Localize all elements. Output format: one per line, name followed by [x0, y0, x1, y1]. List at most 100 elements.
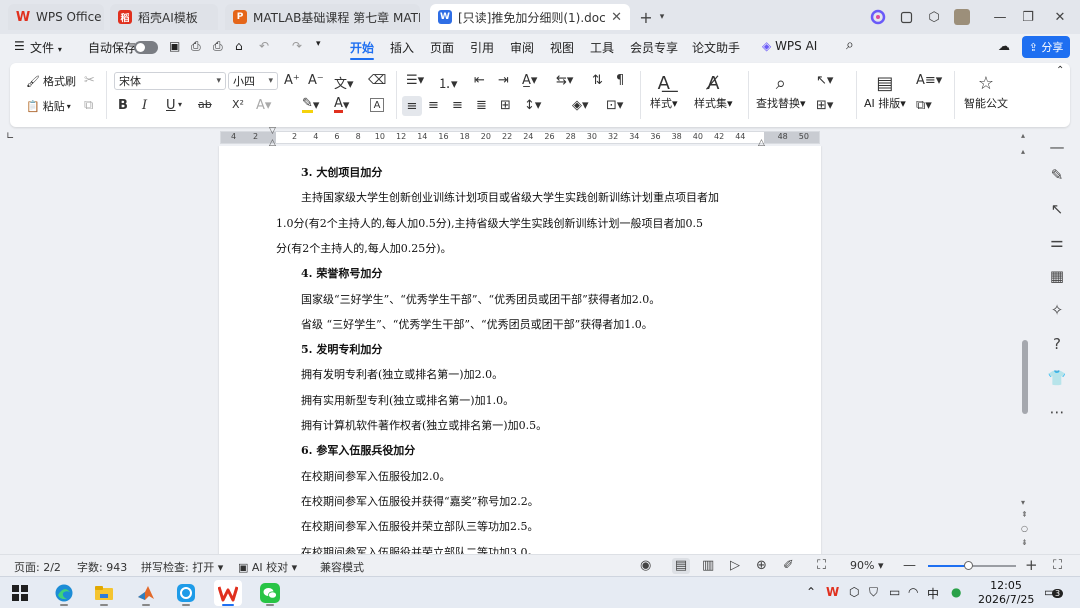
cursor-select-icon[interactable]: ↖ [1046, 198, 1068, 220]
line-spacing-icon[interactable]: ↕▾ [524, 98, 541, 113]
wps-tray-icon[interactable]: W [826, 585, 839, 599]
font-name-select[interactable]: 宋体 ▾ [114, 72, 226, 90]
tab-list-chevron-icon[interactable]: ▾ [652, 7, 672, 27]
bold-button[interactable]: B [118, 98, 128, 113]
paste-button[interactable]: 📋 粘贴 ▾ [26, 98, 71, 114]
minimize-icon[interactable]: — [990, 7, 1010, 27]
scroll-page-down-icon[interactable]: ⇟ [1021, 538, 1028, 547]
pen-icon[interactable]: ✎ [1046, 164, 1068, 186]
windows-start-icon[interactable] [6, 580, 34, 606]
word-count[interactable]: 字数: 943 [77, 559, 127, 575]
copy-icon[interactable]: ⧉ [84, 98, 93, 113]
scroll-up-arrow-icon[interactable]: ▴ [1021, 131, 1025, 140]
tab-wps-office[interactable]: W WPS Office [8, 4, 104, 30]
horizontal-ruler[interactable]: 4 2 2 4 6 8 10 12 14 16 18 20 22 24 26 28 30 32 34 36 38 40 42… [220, 131, 820, 144]
help-icon[interactable]: ? [1046, 333, 1068, 355]
bullet-list-icon[interactable]: ☰▾ [406, 73, 424, 88]
distributed-align-icon[interactable]: ⊞ [500, 98, 511, 113]
print-preview-icon[interactable]: ⌂ [235, 39, 243, 53]
matlab-icon[interactable] [132, 580, 160, 606]
outline-view-icon[interactable]: ▥ [702, 558, 714, 573]
menu-review[interactable]: 审阅 [510, 39, 534, 56]
clear-format-icon[interactable]: ⌫ [368, 73, 386, 88]
justify-icon[interactable]: ≣ [476, 98, 487, 113]
style-button[interactable]: A͟ 样式▾ [650, 73, 678, 111]
find-replace-button[interactable]: ⌕ 查找替换▾ [756, 73, 806, 111]
zoom-slider[interactable] [928, 561, 1016, 570]
menu-thesis[interactable]: 论文助手 [692, 39, 740, 56]
search-icon[interactable]: ⌕ [846, 37, 854, 53]
ai-assistant-icon[interactable] [868, 7, 888, 27]
notification-icon[interactable]: ▭ 3 [1044, 585, 1064, 599]
first-line-indent-marker[interactable]: ▽ [269, 126, 276, 136]
ai-proofread-button[interactable]: ▣ AI 校对 ▾ [238, 559, 297, 575]
zoom-out-icon[interactable]: — [903, 558, 916, 573]
vpn-icon[interactable]: ⬡ [849, 585, 859, 599]
cut-icon[interactable]: ✂ [84, 73, 95, 88]
arrange-icon[interactable]: ⧉▾ [916, 98, 932, 113]
hamburger-icon[interactable]: ☰ [14, 39, 25, 53]
undo-icon[interactable]: ↶ [259, 39, 269, 53]
highlight-color-icon[interactable]: ✎ ▾ [302, 97, 319, 113]
ime-indicator[interactable]: 中 [927, 585, 939, 602]
menu-view[interactable]: 视图 [550, 39, 574, 56]
tab-stop-selector-icon[interactable]: ∟ [6, 131, 14, 142]
style-set-button[interactable]: A̸ 样式集▾ [694, 73, 733, 111]
web-view-icon[interactable]: ⊕ [756, 558, 767, 573]
zoom-slider-thumb[interactable] [963, 561, 973, 570]
show-marks-icon[interactable]: ¶ [616, 73, 624, 88]
redo-icon[interactable]: ↷ [292, 39, 302, 53]
shading-icon[interactable]: ◈▾ [572, 98, 589, 113]
wps-taskbar-icon[interactable] [214, 580, 242, 606]
vertical-scrollbar-thumb[interactable] [1022, 340, 1028, 414]
decrease-indent-icon[interactable]: ⇤ [474, 73, 485, 88]
print-icon[interactable]: ⎙ [213, 39, 223, 54]
window-layout-icon[interactable] [896, 7, 916, 27]
eye-protection-icon[interactable]: ◉ [640, 558, 651, 573]
menu-page[interactable]: 页面 [430, 39, 454, 56]
shield-tray-icon[interactable]: ⛉ [869, 585, 878, 600]
chinese-layout-icon[interactable]: A̲▾ [522, 73, 537, 88]
shrink-font-icon[interactable]: A⁻ [308, 73, 324, 88]
font-color-icon[interactable]: A ▾ [334, 97, 349, 113]
wifi-icon[interactable]: ◠ [908, 585, 918, 599]
phonetic-guide-icon[interactable]: 文▾ [334, 73, 354, 92]
tray-overflow-chevron-icon[interactable]: ⌃ [806, 585, 816, 599]
numbered-list-icon[interactable]: ⒈▾ [438, 73, 458, 92]
italic-button[interactable]: I [142, 98, 147, 113]
grow-font-icon[interactable]: A⁺ [284, 73, 300, 88]
magic-cursor-icon[interactable]: ✧ [1046, 299, 1068, 321]
font-size-select[interactable]: 小四 ▾ [228, 72, 278, 90]
cube-icon[interactable]: ⬡ [924, 7, 944, 27]
page-view-icon[interactable]: ▤ [672, 558, 690, 574]
menu-tools[interactable]: 工具 [590, 39, 614, 56]
more-quick-chevron-icon[interactable]: ▾ [316, 39, 321, 49]
file-menu[interactable]: 文件 ▾ [30, 39, 62, 56]
image-tools-icon[interactable]: ▦ [1046, 265, 1068, 287]
zoom-level[interactable]: 90% ▾ [850, 559, 883, 572]
format-painter-button[interactable]: 🖌 格式刷 [26, 73, 76, 89]
document-page[interactable]: 3. 大创项目加分 主持国家级大学生创新创业训练计划项目或省级大学生实践创新训练计… [219, 146, 821, 554]
underline-chevron-icon[interactable]: ▾ [178, 100, 182, 109]
ai-layout-button[interactable]: ▤ AI 排版▾ [864, 73, 906, 111]
fullscreen-icon[interactable]: ⛶ [1053, 558, 1062, 573]
strikethrough-button[interactable]: ab [198, 98, 212, 111]
select-object-icon[interactable]: ⊞▾ [816, 98, 833, 113]
text-tools-icon[interactable]: A≡▾ [916, 73, 942, 88]
sync-app-icon[interactable] [172, 580, 200, 606]
adjust-sliders-icon[interactable]: ⚌ [1046, 231, 1068, 253]
restore-icon[interactable]: ❐ [1018, 7, 1038, 27]
ime-app-icon[interactable]: ● [951, 585, 961, 599]
menu-home[interactable]: 开始 [350, 39, 374, 56]
collapse-panel-icon[interactable]: — [1046, 136, 1068, 158]
select-browse-object-icon[interactable]: ○ [1021, 524, 1028, 533]
smart-doc-button[interactable]: ☆ 智能公文 [964, 73, 1008, 111]
scroll-page-up-icon[interactable]: ⇞ [1021, 510, 1028, 519]
text-effect-icon[interactable]: A▾ [256, 98, 271, 113]
align-right-icon[interactable]: ≡ [452, 98, 463, 113]
sort-icon[interactable]: ⇅ [592, 73, 603, 88]
cloud-sync-icon[interactable]: ☁ [998, 39, 1010, 53]
menu-member[interactable]: 会员专享 [630, 39, 678, 56]
save-icon[interactable]: ▣ [169, 39, 180, 53]
tab-active-document[interactable]: W [只读]推免加分细则(1).doc ✕ [430, 4, 630, 30]
